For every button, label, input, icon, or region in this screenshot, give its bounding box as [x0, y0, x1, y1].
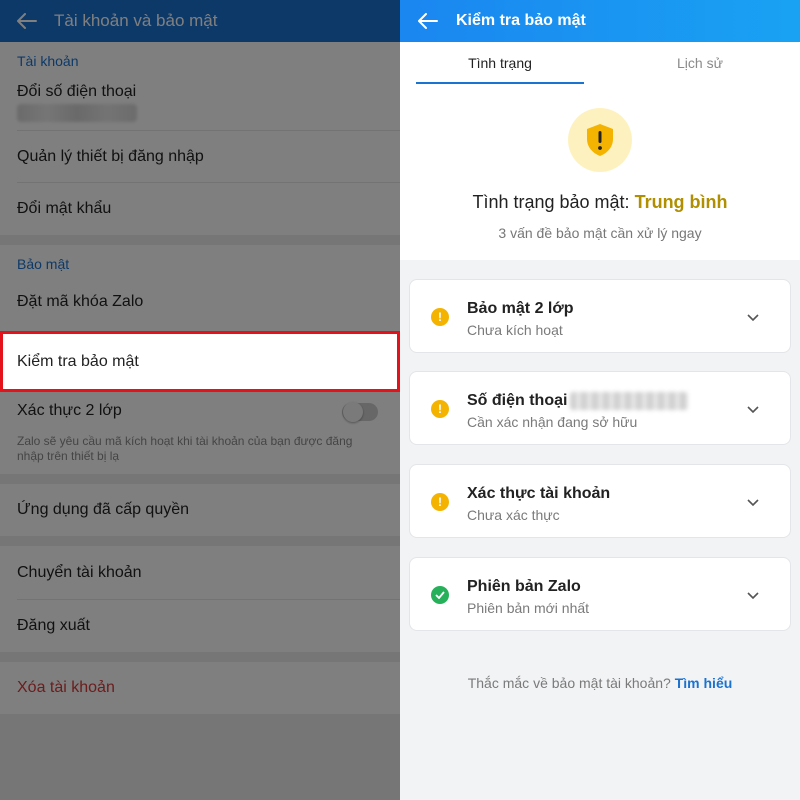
- check-subtitle: Chưa xác thực: [467, 507, 560, 523]
- menu-item-change-password[interactable]: Đổi mật khẩu: [0, 183, 400, 235]
- check-card-zalo-version[interactable]: Phiên bản Zalo Phiên bản mới nhất: [409, 557, 791, 631]
- chevron-down-icon: [747, 406, 759, 414]
- left-app-bar: Tài khoản và bảo mật: [0, 0, 400, 42]
- menu-item-label: Đổi mật khẩu: [17, 200, 112, 217]
- menu-item-delete-account[interactable]: Xóa tài khoản: [0, 662, 400, 714]
- warning-icon: !: [431, 308, 449, 326]
- menu-item-authorized-apps[interactable]: Ứng dụng đã cấp quyền: [0, 484, 400, 536]
- menu-item-two-factor[interactable]: Xác thực 2 lớp: [0, 394, 400, 428]
- menu-item-set-lock-code[interactable]: Đặt mã khóa Zalo: [0, 276, 400, 328]
- section-gap: [0, 235, 400, 245]
- check-card-phone-number[interactable]: ! Số điện thoại Cần xác nhận đang sở hữu: [409, 371, 791, 445]
- blurred-phone-number: [17, 104, 137, 122]
- toggle-knob: [343, 402, 363, 422]
- blurred-phone-number: [570, 392, 688, 410]
- chevron-down-icon: [747, 499, 759, 507]
- menu-item-logout[interactable]: Đăng xuất: [0, 600, 400, 652]
- check-subtitle: Phiên bản mới nhất: [467, 600, 590, 616]
- menu-item-label: Đổi số điện thoại: [17, 83, 137, 100]
- menu-item-label: Quản lý thiết bị đăng nhập: [17, 148, 204, 165]
- two-factor-description: Zalo sẽ yêu cầu mã kích hoạt khi tài kho…: [17, 434, 353, 463]
- status-issue-count: 3 vấn đề bảo mật cần xử lý ngay: [498, 225, 702, 241]
- left-page-title: Tài khoản và bảo mật: [54, 11, 218, 30]
- check-title: Số điện thoại: [467, 392, 568, 409]
- chevron-down-icon: [747, 314, 759, 322]
- warning-icon: !: [431, 400, 449, 418]
- section-gap: [0, 474, 400, 484]
- warning-icon: !: [431, 493, 449, 511]
- security-status-summary: Tình trạng bảo mật: Trung bình 3 vấn đề …: [400, 84, 800, 260]
- arrow-left-icon: [17, 13, 37, 29]
- right-page-title: Kiểm tra bảo mật: [456, 12, 586, 29]
- menu-item-label: Xác thực 2 lớp: [17, 402, 122, 419]
- menu-item-switch-account[interactable]: Chuyển tài khoản: [0, 546, 400, 600]
- check-title: Phiên bản Zalo: [467, 578, 581, 595]
- shield-warning-icon: [587, 124, 613, 156]
- menu-item-label: Đặt mã khóa Zalo: [17, 293, 144, 310]
- right-app-bar: Kiểm tra bảo mật: [400, 0, 800, 42]
- chevron-down-icon: [747, 592, 759, 600]
- menu-item-label: Đăng xuất: [17, 617, 90, 634]
- section-title-security: Bảo mật: [17, 256, 70, 272]
- back-button[interactable]: [400, 0, 456, 42]
- security-status-line: Tình trạng bảo mật: Trung bình: [400, 192, 800, 213]
- menu-item-manage-devices[interactable]: Quản lý thiết bị đăng nhập: [0, 131, 400, 183]
- help-text: Thắc mắc về bảo mật tài khoản?: [467, 675, 671, 691]
- section-gap: [0, 536, 400, 546]
- left-screen-account-security: Tài khoản và bảo mật Tài khoản Đổi số đi…: [0, 0, 400, 800]
- menu-item-change-phone[interactable]: Đổi số điện thoại: [0, 78, 400, 106]
- check-subtitle: Cần xác nhận đang sở hữu: [467, 414, 638, 430]
- section-title-account: Tài khoản: [17, 53, 79, 69]
- menu-item-label: Xóa tài khoản: [17, 679, 115, 696]
- check-card-two-layer-security[interactable]: ! Bảo mật 2 lớp Chưa kích hoạt: [409, 279, 791, 353]
- check-title: Xác thực tài khoản: [467, 485, 611, 502]
- menu-item-label: Kiểm tra bảo mật: [17, 352, 139, 370]
- check-title: Bảo mật 2 lớp: [467, 300, 574, 317]
- check-card-account-verification[interactable]: ! Xác thực tài khoản Chưa xác thực: [409, 464, 791, 538]
- section-gap: [0, 652, 400, 662]
- help-footer: Thắc mắc về bảo mật tài khoản? Tìm hiểu: [400, 675, 800, 691]
- check-circle-icon: [431, 586, 449, 604]
- menu-item-label: Ứng dụng đã cấp quyền: [17, 501, 190, 518]
- learn-more-link[interactable]: Tìm hiểu: [675, 675, 733, 691]
- back-button[interactable]: [0, 0, 54, 42]
- shield-icon-container: [568, 108, 632, 172]
- status-label: Tình trạng bảo mật:: [472, 192, 630, 212]
- tab-bar: Tình trạng Lịch sử: [400, 42, 800, 84]
- check-subtitle: Chưa kích hoạt: [467, 322, 563, 338]
- arrow-left-icon: [418, 13, 438, 29]
- menu-item-security-check[interactable]: Kiểm tra bảo mật: [0, 331, 400, 392]
- tab-status[interactable]: Tình trạng: [400, 42, 600, 84]
- status-level: Trung bình: [634, 192, 728, 212]
- right-screen-security-check: Kiểm tra bảo mật Tình trạng Lịch sử Tình…: [400, 0, 800, 800]
- menu-item-label: Chuyển tài khoản: [17, 564, 142, 581]
- two-factor-toggle[interactable]: [342, 402, 378, 422]
- tab-history[interactable]: Lịch sử: [600, 42, 800, 84]
- checkmark-icon: [435, 591, 445, 599]
- bottom-space: [0, 714, 400, 800]
